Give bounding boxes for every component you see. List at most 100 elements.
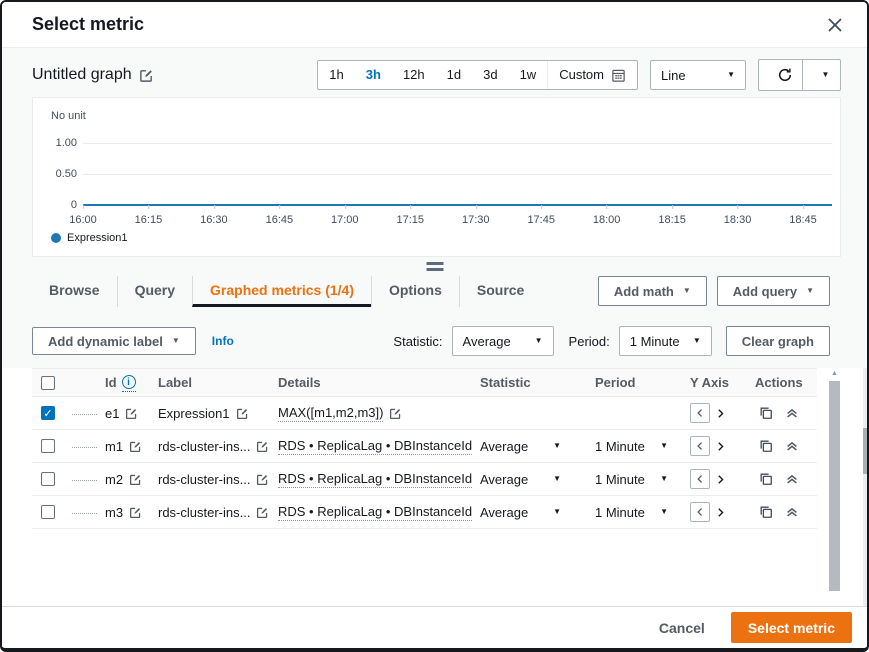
edit-icon[interactable] [129,440,142,453]
chart-type-select[interactable]: Line ▼ [650,60,746,90]
color-swatch[interactable] [72,412,97,415]
statistic-dropdown[interactable]: Average ▼ [472,439,587,454]
color-swatch[interactable] [72,511,97,514]
gridline [83,143,832,144]
chart-unit-label: No unit [51,110,86,122]
time-range-1d[interactable]: 1d [436,61,472,89]
move-to-top-icon[interactable] [785,439,799,453]
period-dropdown[interactable]: 1 Minute ▼ [587,472,682,487]
period-value: 1 Minute [595,472,645,487]
statistic-select[interactable]: Average ▼ [452,326,554,356]
time-range-custom[interactable]: Custom [547,61,637,89]
table-scrollbar[interactable]: ▲ [828,369,841,605]
x-tick: 17:00 [331,214,359,226]
scroll-up-icon[interactable]: ▲ [828,369,841,379]
graph-title-text: Untitled graph [32,66,132,84]
edit-icon[interactable] [256,473,269,486]
details-text[interactable]: RDS • ReplicaLag • DBInstanceIde... [278,504,472,521]
dialog-body: Untitled graph 1h 3h 12h 1d 3d 1w Custom [2,48,867,368]
y-axis-right-icon[interactable] [715,507,726,518]
cell-y-axis [682,502,747,522]
duplicate-icon[interactable] [759,505,773,519]
edit-icon[interactable] [129,506,142,519]
clear-graph-button[interactable]: Clear graph [726,326,830,356]
move-to-top-icon[interactable] [785,505,799,519]
scrollbar-thumb[interactable] [829,381,840,591]
add-query-button[interactable]: Add query ▼ [717,276,830,306]
y-axis-right-icon[interactable] [715,474,726,485]
x-tick: 17:45 [527,214,555,226]
edit-icon[interactable] [389,407,402,420]
select-all-checkbox[interactable] [41,376,55,390]
close-icon[interactable] [825,15,845,35]
y-axis-right-icon[interactable] [715,441,726,452]
y-axis-left-icon[interactable] [690,436,710,456]
time-range-12h[interactable]: 12h [392,61,436,89]
dialog-scrollbar[interactable] [863,368,867,608]
tab-options[interactable]: Options [371,276,459,307]
select-metric-button[interactable]: Select metric [731,612,852,643]
add-math-button[interactable]: Add math ▼ [598,276,707,306]
y-axis-left-icon[interactable] [690,502,710,522]
x-tick: 16:45 [266,214,294,226]
y-axis-right-icon[interactable] [715,408,726,419]
refresh-split-button: ▼ [758,59,841,91]
cancel-button[interactable]: Cancel [659,620,705,636]
info-link[interactable]: Info [212,334,234,348]
row-checkbox[interactable] [41,439,55,453]
y-axis-left-icon[interactable] [690,403,710,423]
color-swatch[interactable] [72,478,97,481]
details-text[interactable]: MAX([m1,m2,m3]) [278,405,383,422]
chart-legend[interactable]: Expression1 [51,232,128,244]
cell-details: MAX([m1,m2,m3]) [270,405,472,422]
time-range-3h[interactable]: 3h [355,61,392,89]
tab-query[interactable]: Query [117,276,192,307]
id-info-icon[interactable]: i [122,373,136,393]
row-checkbox[interactable] [41,505,55,519]
dialog-title: Select metric [32,14,144,35]
table-row: ✓ e1 Expression1 MAX([m1,m2,m3]) [32,397,817,430]
time-range-3d[interactable]: 3d [472,61,508,89]
edit-icon[interactable] [236,407,249,420]
period-dropdown[interactable]: 1 Minute ▼ [587,505,682,520]
scrollbar-thumb[interactable] [863,428,867,474]
details-text[interactable]: RDS • ReplicaLag • DBInstanceIde... [278,438,472,455]
duplicate-icon[interactable] [759,439,773,453]
color-swatch[interactable] [72,445,97,448]
refresh-options-button[interactable]: ▼ [802,60,840,90]
duplicate-icon[interactable] [759,406,773,420]
time-range-1w[interactable]: 1w [509,61,548,89]
y-axis-left-icon[interactable] [690,469,710,489]
legend-label: Expression1 [67,232,128,244]
row-checkbox[interactable] [41,472,55,486]
chevron-down-icon: ▼ [822,71,830,79]
edit-icon[interactable] [125,407,138,420]
edit-icon[interactable] [256,440,269,453]
period-value: 1 Minute [595,505,645,520]
edit-icon[interactable] [256,506,269,519]
add-dynamic-label-button[interactable]: Add dynamic label ▼ [32,327,196,355]
tab-browse[interactable]: Browse [32,276,117,307]
tab-source[interactable]: Source [459,276,541,307]
tab-graphed-metrics[interactable]: Graphed metrics (1/4) [192,276,371,307]
statistic-dropdown[interactable]: Average ▼ [472,472,587,487]
duplicate-icon[interactable] [759,472,773,486]
move-to-top-icon[interactable] [785,406,799,420]
row-checkbox[interactable]: ✓ [41,406,55,420]
time-range-1h[interactable]: 1h [318,61,354,89]
edit-icon[interactable] [139,68,154,83]
period-dropdown[interactable]: 1 Minute ▼ [587,439,682,454]
tab-actions: Add math ▼ Add query ▼ [598,276,830,306]
refresh-button[interactable] [759,60,802,90]
chevron-down-icon: ▼ [553,508,561,516]
header-actions: Actions [747,375,817,390]
move-to-top-icon[interactable] [785,472,799,486]
edit-icon[interactable] [129,473,142,486]
cell-details: RDS • ReplicaLag • DBInstanceIde... [270,504,472,521]
statistic-dropdown[interactable]: Average ▼ [472,505,587,520]
details-text[interactable]: RDS • ReplicaLag • DBInstanceIde... [278,471,472,488]
period-select[interactable]: 1 Minute ▼ [619,326,712,356]
resize-handle-icon[interactable] [426,262,443,271]
statistic-value: Average [480,505,528,520]
statistic-period-controls: Statistic: Average ▼ Period: 1 Minute ▼ … [387,326,830,356]
